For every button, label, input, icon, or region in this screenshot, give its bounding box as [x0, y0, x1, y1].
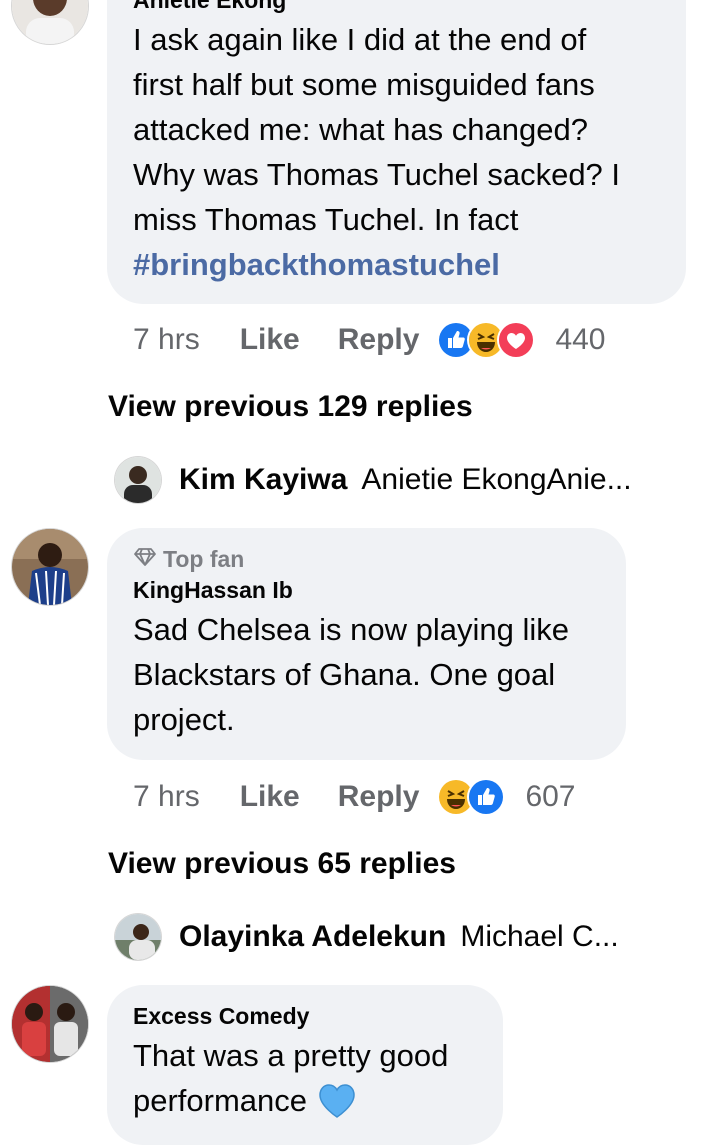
comment-actions: 7 hrs Like Reply 440 — [133, 320, 606, 360]
reply-snippet: Michael C... — [460, 920, 619, 953]
comment-text-line: project. — [133, 702, 235, 737]
comment-text-line: miss Thomas Tuchel. In fact — [133, 202, 519, 237]
comment-author[interactable]: KingHassan Ib — [133, 576, 600, 604]
comment-author[interactable]: Anietie Ekong — [133, 0, 660, 14]
latest-reply-preview[interactable]: Kim Kayiwa Anietie EkongAnie... — [115, 457, 632, 503]
comment-text-line: Blackstars of Ghana. One goal — [133, 657, 556, 692]
comment-text-line: Why was Thomas Tuchel sacked? I — [133, 157, 621, 192]
like-reaction-icon — [469, 780, 504, 814]
comment-text-line: performance — [133, 1083, 308, 1118]
reply-author[interactable]: Olayinka Adelekun — [179, 920, 446, 954]
like-reaction-icon — [439, 323, 474, 357]
reply-author[interactable]: Kim Kayiwa — [179, 463, 347, 497]
comment-bubble: Excess Comedy That was a pretty good per… — [107, 985, 503, 1145]
reply-avatar[interactable] — [115, 457, 161, 503]
comment-author[interactable]: Excess Comedy — [133, 1002, 477, 1030]
hashtag-link[interactable]: #bringbackthomastuchel — [133, 242, 660, 287]
haha-reaction-icon — [469, 323, 504, 357]
commenter-avatar[interactable] — [12, 529, 88, 605]
commenter-avatar[interactable] — [12, 986, 88, 1062]
top-fan-badge: Top fan — [133, 544, 600, 574]
reaction-summary[interactable] — [439, 780, 504, 814]
reaction-count[interactable]: 607 — [525, 780, 575, 814]
comment-text-line: attacked me: what has changed? — [133, 112, 588, 147]
comment-timestamp[interactable]: 7 hrs — [133, 323, 200, 357]
comment-text: Sad Chelsea is now playing like Blacksta… — [133, 607, 600, 742]
commenter-avatar[interactable] — [12, 0, 88, 44]
reaction-summary[interactable] — [439, 323, 534, 357]
diamond-icon — [133, 546, 157, 573]
comment-text: That was a pretty good performance — [133, 1033, 477, 1123]
reply-button[interactable]: Reply — [338, 780, 420, 814]
haha-reaction-icon — [439, 780, 474, 814]
reply-avatar[interactable] — [115, 914, 161, 960]
top-fan-label: Top fan — [163, 545, 245, 572]
comment-text: I ask again like I did at the end of fir… — [133, 17, 660, 287]
comment-bubble: Top fan KingHassan Ib Sad Chelsea is now… — [107, 528, 626, 760]
comment-text-line: That was a pretty good — [133, 1038, 449, 1073]
blue-heart-icon — [317, 1082, 357, 1120]
latest-reply-preview[interactable]: Olayinka Adelekun Michael C... — [115, 914, 619, 960]
reaction-count[interactable]: 440 — [555, 323, 605, 357]
comment-text-line: Sad Chelsea is now playing like — [133, 612, 569, 647]
view-previous-replies-link[interactable]: View previous 65 replies — [108, 847, 456, 881]
reply-button[interactable]: Reply — [338, 323, 420, 357]
comment-bubble: Anietie Ekong I ask again like I did at … — [107, 0, 686, 304]
comment-text-line: first half but some misguided fans — [133, 67, 595, 102]
love-reaction-icon — [499, 323, 534, 357]
view-previous-replies-link[interactable]: View previous 129 replies — [108, 390, 473, 424]
comment-text-line-wrap: performance — [133, 1078, 477, 1123]
like-button[interactable]: Like — [240, 323, 300, 357]
like-button[interactable]: Like — [240, 780, 300, 814]
comment-actions: 7 hrs Like Reply 607 — [133, 777, 576, 817]
reply-snippet: Anietie EkongAnie... — [361, 463, 632, 496]
comment-timestamp[interactable]: 7 hrs — [133, 780, 200, 814]
comment-text-line: I ask again like I did at the end of — [133, 22, 587, 57]
